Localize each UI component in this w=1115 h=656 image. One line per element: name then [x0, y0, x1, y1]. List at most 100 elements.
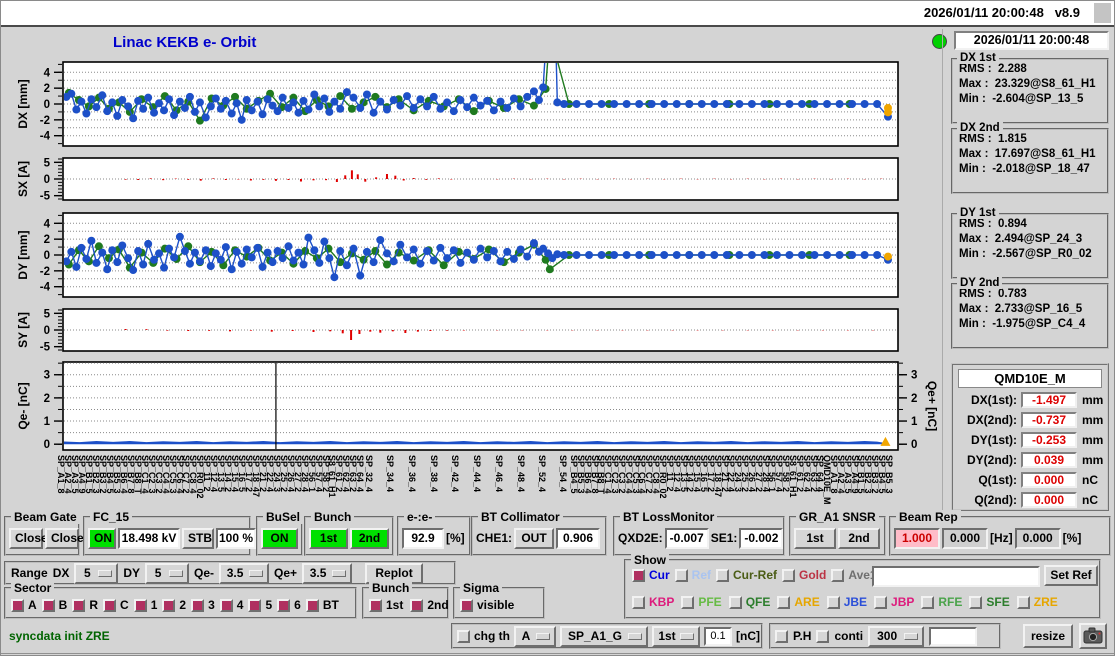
checkbox-indicator[interactable] [921, 595, 935, 609]
show-checkbox-jbp[interactable]: JBP [874, 595, 914, 609]
show-checkbox-are[interactable]: ARE [777, 595, 820, 609]
svg-text:2: 2 [911, 393, 917, 405]
show-checkbox-ref[interactable]: Ref [674, 568, 711, 582]
checkbox-indicator[interactable] [11, 598, 24, 612]
titlebar-datetime: 2026/01/11 20:00:48 [923, 5, 1044, 20]
monitor-row: Q(2nd): 0.000 nC [953, 490, 1107, 510]
ref-name-input[interactable] [872, 566, 1040, 587]
chg-th-checkbox[interactable] [457, 629, 470, 643]
show-checkbox-rfe[interactable]: RFE [921, 595, 962, 609]
show-checkbox-zre[interactable]: ZRE [1016, 595, 1058, 609]
sector-checkbox-C[interactable]: C [103, 598, 129, 612]
beam-gate-close-button-1[interactable]: Close [9, 527, 48, 549]
resize-button[interactable]: resize [1023, 624, 1073, 648]
checkbox-indicator[interactable] [410, 598, 424, 612]
checkbox-indicator[interactable] [782, 568, 796, 582]
checkbox-indicator[interactable] [277, 598, 291, 612]
conti-checkbox[interactable] [816, 629, 830, 643]
checkbox-indicator[interactable] [728, 595, 742, 609]
threshold-value[interactable]: 0.1 [704, 626, 732, 646]
checkbox-indicator[interactable] [41, 598, 55, 612]
checkbox-indicator[interactable] [777, 595, 791, 609]
bunch-2nd-button[interactable]: 2nd [350, 527, 389, 549]
sigma-visible-checkbox[interactable]: visible [460, 598, 514, 612]
checkbox-label: JBE [843, 595, 868, 609]
sector-checkbox-6[interactable]: 6 [277, 598, 301, 612]
svg-text:-4: -4 [40, 282, 51, 294]
show-checkbox-sfe[interactable]: SFE [969, 595, 1010, 609]
busel-on-button[interactable]: ON [261, 527, 298, 549]
checkbox-indicator[interactable] [1016, 595, 1030, 609]
combo-indicator [332, 569, 347, 577]
fc15-on-button[interactable]: ON [88, 527, 116, 549]
sector-checkbox-2[interactable]: 2 [162, 598, 186, 612]
checkbox-indicator[interactable] [969, 595, 983, 609]
bunch-1st-button[interactable]: 1st [309, 527, 348, 549]
monitor-row-label: Q(2nd): [974, 493, 1017, 507]
show-checkbox-cur[interactable]: Cur [632, 568, 670, 582]
gr-snsr-1st-button[interactable]: 1st [794, 527, 836, 549]
checkbox-indicator[interactable] [826, 595, 840, 609]
sector-checkbox-4[interactable]: 4 [219, 598, 243, 612]
sector-checkbox-B[interactable]: B [41, 598, 68, 612]
checkbox-indicator[interactable] [716, 568, 730, 582]
fc15-percent-value: 100 % [216, 527, 256, 549]
checkbox-indicator[interactable] [632, 595, 645, 609]
checkbox-label: B [58, 598, 68, 612]
gr-snsr-2nd-button[interactable]: 2nd [838, 527, 880, 549]
che1-out-button[interactable]: OUT [514, 527, 555, 549]
checkbox-indicator[interactable] [162, 598, 176, 612]
bunch-checkbox-2nd[interactable]: 2nd [410, 598, 449, 612]
show-checkbox-jbe[interactable]: JBE [826, 595, 868, 609]
sector-checkbox-R[interactable]: R [72, 598, 98, 612]
group-label: Beam Gate [11, 510, 80, 524]
bunch-group: Bunch 1st 2nd [304, 510, 394, 556]
bpm-select-combo[interactable]: SP_A1_G [560, 625, 648, 647]
checkbox-indicator[interactable] [681, 595, 695, 609]
fc15-stb-button[interactable]: STB [182, 527, 214, 549]
checkbox-indicator[interactable] [219, 598, 233, 612]
checkbox-indicator[interactable] [460, 598, 473, 612]
checkbox-label: 2 [179, 598, 187, 612]
show-checkbox-qfe[interactable]: QFE [728, 595, 770, 609]
checkbox-indicator[interactable] [632, 568, 645, 582]
checkbox-indicator[interactable] [874, 595, 888, 609]
combo-indicator [680, 632, 694, 640]
ph-checkbox[interactable] [775, 629, 788, 643]
show-checkbox-gold[interactable]: Gold [782, 568, 826, 582]
show-checkbox-cur-ref[interactable]: Cur-Ref [716, 568, 777, 582]
range-qem-combo[interactable]: 3.5 [219, 562, 270, 584]
range-dx-combo[interactable]: 5 [74, 562, 119, 584]
checkbox-indicator[interactable] [103, 598, 117, 612]
beam-gate-close-button-2[interactable]: Close [45, 527, 84, 549]
checkbox-indicator[interactable] [248, 598, 262, 612]
checkbox-indicator[interactable] [133, 598, 147, 612]
svg-text:-2: -2 [40, 115, 50, 127]
checkbox-indicator[interactable] [305, 598, 319, 612]
checkbox-indicator[interactable] [72, 598, 86, 612]
range-dy-combo[interactable]: 5 [145, 562, 190, 584]
sector-a-combo[interactable]: A [514, 625, 556, 647]
snapshot-button[interactable] [1079, 623, 1107, 649]
monitor-row-label: DX(1st): [970, 393, 1017, 407]
checkbox-indicator[interactable] [674, 568, 688, 582]
sector-checkbox-BT[interactable]: BT [305, 598, 339, 612]
set-ref-button[interactable]: Set Ref [1044, 565, 1098, 586]
sector-checkbox-3[interactable]: 3 [191, 598, 215, 612]
interval-combo[interactable]: 300 [868, 625, 925, 647]
checkbox-indicator[interactable] [831, 568, 845, 582]
sector-checkbox-A[interactable]: A [11, 598, 37, 612]
show-checkbox-pfe[interactable]: PFE [681, 595, 722, 609]
status-text-input[interactable] [929, 626, 978, 646]
combo-indicator [536, 632, 550, 640]
monitor-row: DY(2nd): 0.039 mm [953, 450, 1107, 470]
sector-checkbox-1[interactable]: 1 [133, 598, 157, 612]
range-qep-combo[interactable]: 3.5 [302, 562, 353, 584]
checkbox-indicator[interactable] [191, 598, 205, 612]
bunch-checkbox-1st[interactable]: 1st [369, 598, 403, 612]
show-checkbox-kbp[interactable]: KBP [632, 595, 674, 609]
checkbox-indicator[interactable] [369, 598, 382, 612]
sector-checkbox-5[interactable]: 5 [248, 598, 272, 612]
monitor-row-unit: nC [1082, 493, 1098, 507]
bunch-select-combo[interactable]: 1st [652, 625, 700, 647]
